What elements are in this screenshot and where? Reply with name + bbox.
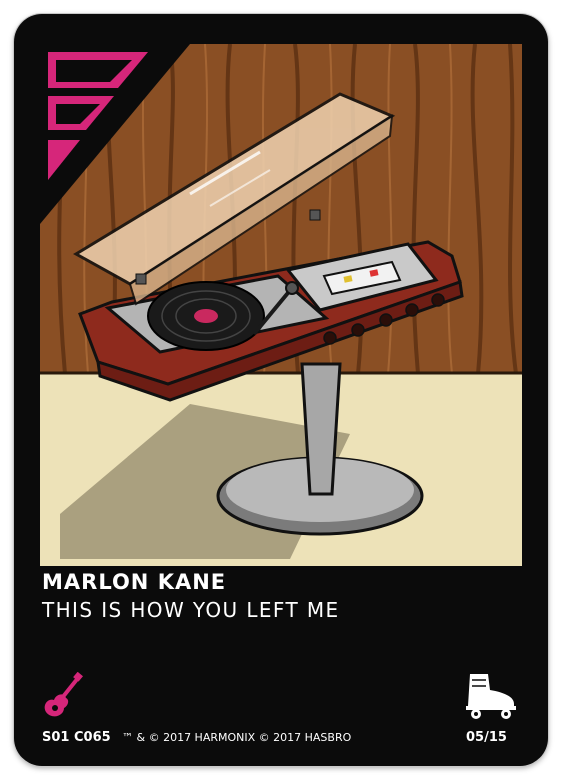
copyright-text: ™ & © 2017 HARMONIX © 2017 HASBRO	[122, 731, 352, 744]
rarity-bars-icon	[40, 44, 190, 224]
card-code: S01 C065	[42, 730, 111, 745]
game-card[interactable]: MARLON KANE THIS IS HOW YOU LEFT ME S01 …	[14, 14, 548, 766]
artist-name: MARLON KANE	[42, 570, 227, 594]
electric-guitar-icon	[42, 671, 84, 720]
card-count: 05/15	[466, 730, 507, 745]
song-title: THIS IS HOW YOU LEFT ME	[42, 598, 340, 622]
roller-skate-icon	[462, 670, 522, 720]
